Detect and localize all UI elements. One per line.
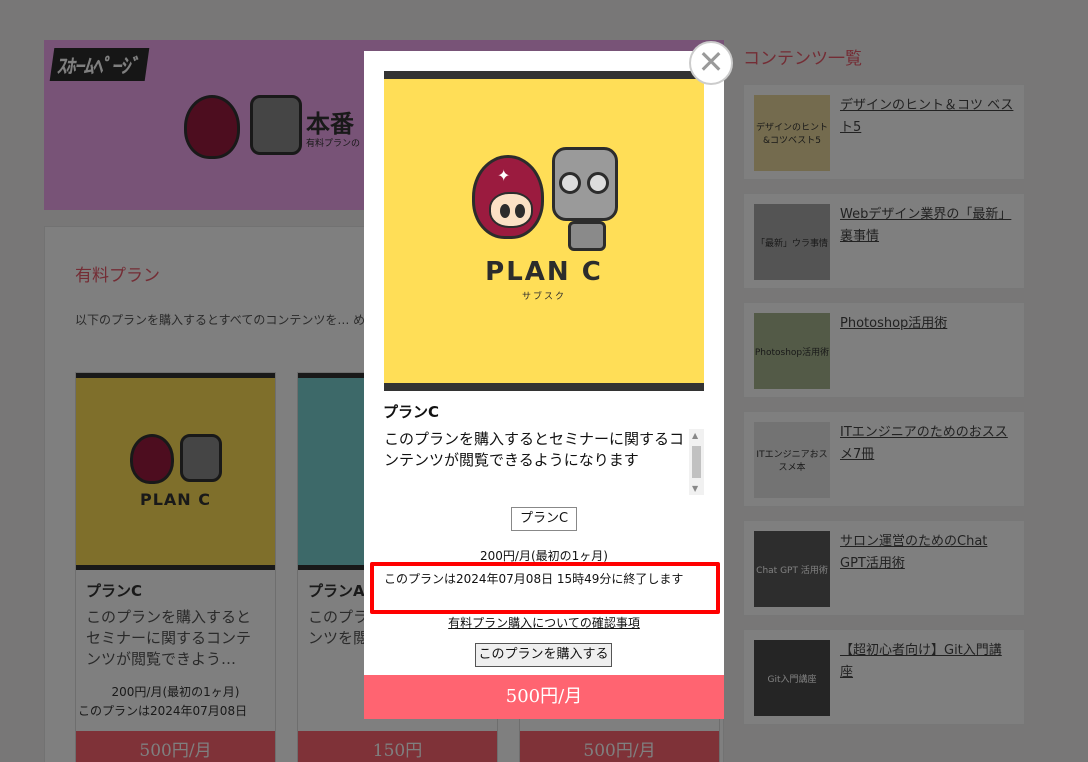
plan-description-box: このプランを購入するとセミナーに関するコンテンツが閲覧できるようになります ▲ … bbox=[384, 429, 704, 495]
plan-description: このプランを購入するとセミナーに関するコンテンツが閲覧できるようになります bbox=[384, 430, 684, 469]
plan-modal: ✦ PLAN C サブスク プランC このプランを購入するとセミナーに関するコン… bbox=[364, 51, 724, 719]
eye-icon bbox=[559, 172, 581, 194]
ninja-illustration: ✦ bbox=[472, 155, 544, 239]
robot-illustration bbox=[552, 147, 618, 221]
scrollbar-thumb[interactable] bbox=[692, 446, 701, 478]
ninja-face bbox=[489, 192, 533, 228]
scroll-down-arrow-icon[interactable]: ▼ bbox=[692, 484, 698, 493]
description-scrollbar[interactable]: ▲ ▼ bbox=[689, 429, 704, 495]
price-bar: 500円/月 bbox=[364, 675, 724, 719]
shuriken-icon: ✦ bbox=[497, 166, 511, 185]
plan-image: ✦ PLAN C サブスク bbox=[384, 71, 704, 391]
plan-image-logo: PLAN C bbox=[485, 257, 603, 287]
plan-name: プランC bbox=[383, 403, 440, 421]
robot-body bbox=[568, 221, 606, 251]
purchase-terms-link[interactable]: 有料プラン購入についての確認事項 bbox=[364, 614, 724, 631]
plan-image-subtitle: サブスク bbox=[521, 292, 566, 302]
plan-characters: ✦ bbox=[472, 147, 622, 251]
eye-icon bbox=[500, 204, 510, 218]
close-icon[interactable]: ✕ bbox=[689, 41, 733, 85]
plan-select[interactable]: プランC bbox=[511, 507, 577, 531]
highlight-annotation bbox=[370, 562, 720, 614]
purchase-plan-button[interactable]: このプランを購入する bbox=[475, 643, 612, 667]
eye-icon bbox=[515, 204, 525, 218]
eye-icon bbox=[587, 172, 609, 194]
scroll-up-arrow-icon[interactable]: ▲ bbox=[692, 431, 698, 440]
